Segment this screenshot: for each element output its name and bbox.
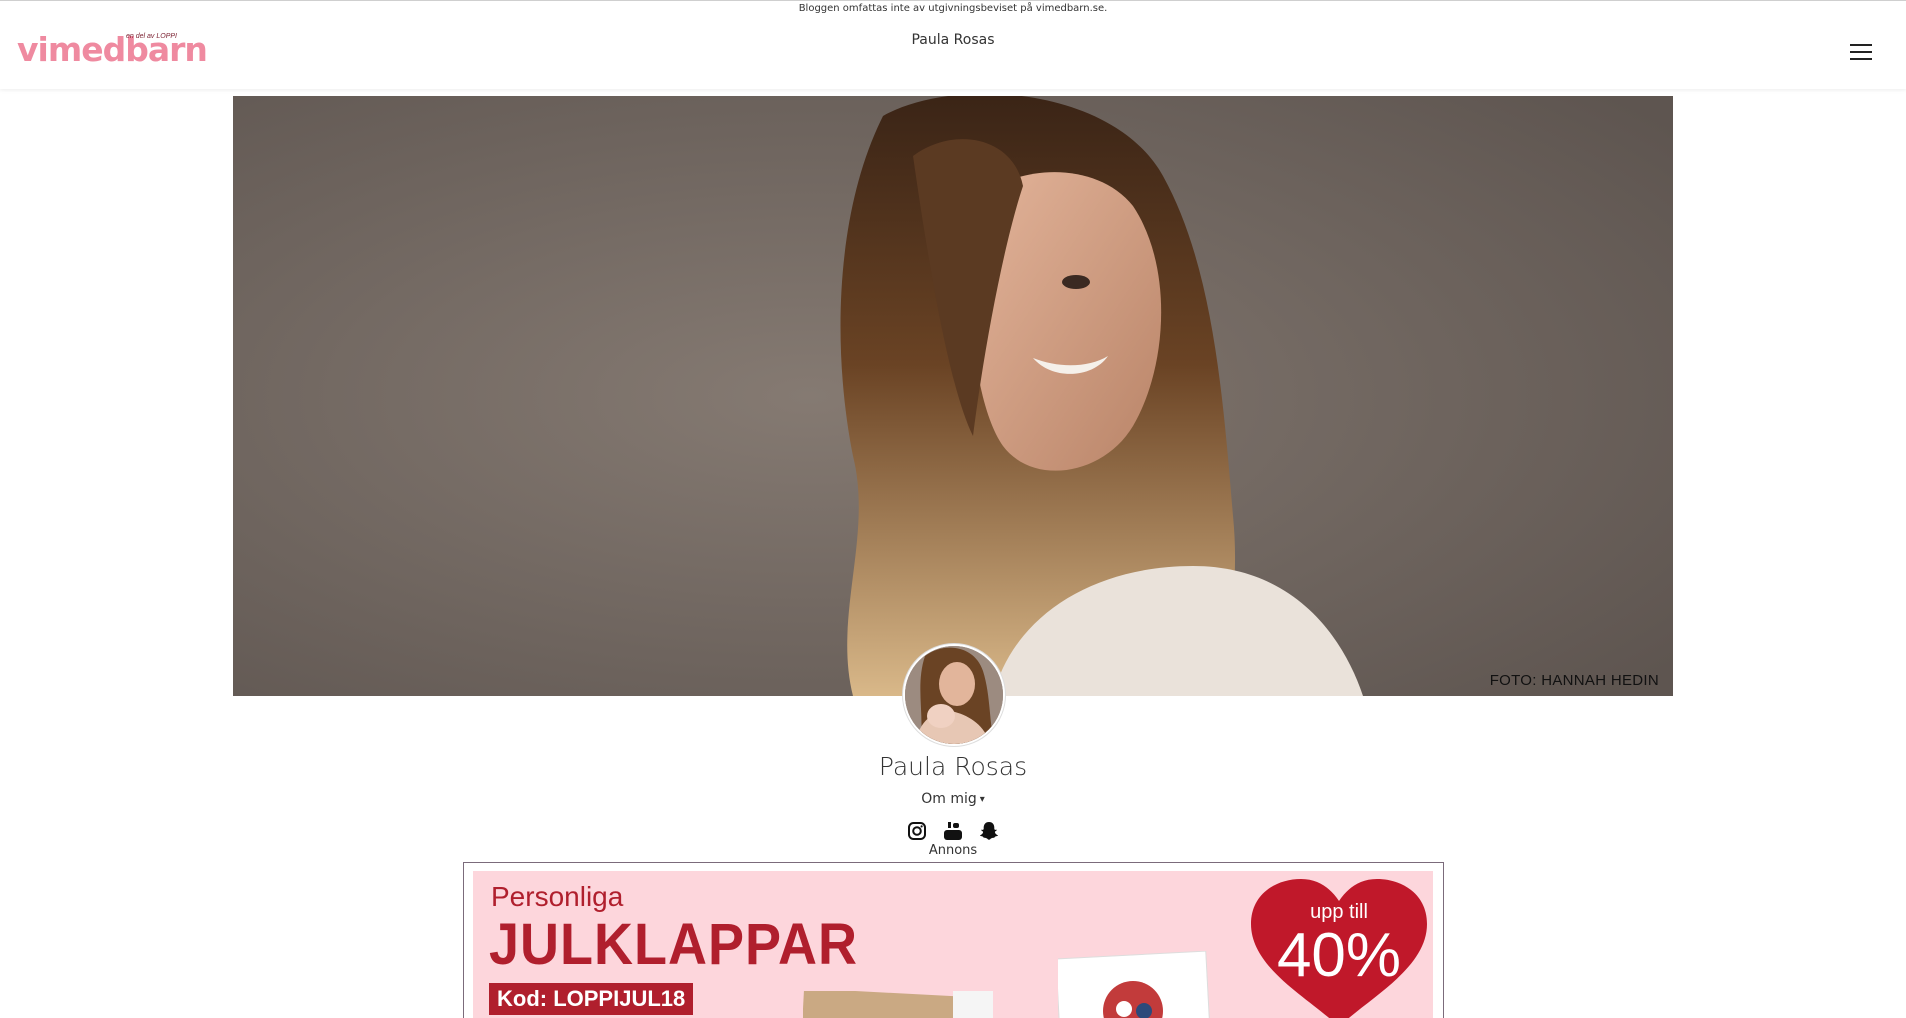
social-links (0, 820, 1906, 842)
ad-content: Personliga JULKLAPPAR Kod: LOPPIJUL18 up… (473, 871, 1433, 1018)
caret-down-icon: ▾ (979, 794, 985, 805)
snapchat-icon[interactable] (978, 820, 1000, 842)
ad-headline-small: Personliga (491, 881, 624, 912)
about-me-label: Om mig (921, 791, 977, 807)
ad-discount-code: Kod: LOPPIJUL18 (489, 983, 694, 1015)
hero-image: FOTO: HANNAH HEDIN (233, 96, 1673, 696)
youtube-icon[interactable] (942, 820, 964, 842)
hero-portrait-photo (233, 96, 1673, 696)
photo-credit: FOTO: HANNAH HEDIN (1489, 672, 1659, 689)
profile-avatar[interactable] (903, 644, 1005, 746)
ad-badge-percent: 40% (1276, 921, 1402, 990)
ad-product-card (803, 991, 993, 1018)
ad-label: Annons (928, 843, 978, 858)
profile-name: Paula Rosas (878, 752, 1028, 781)
ad-headline-big: JULKLAPPAR (489, 912, 859, 977)
instagram-icon[interactable] (906, 820, 928, 842)
blog-disclaimer: Bloggen omfattas inte av utgivningsbevis… (798, 3, 1108, 14)
top-navigation-bar: Bloggen omfattas inte av utgivningsbevis… (0, 0, 1906, 89)
blog-title[interactable]: Paula Rosas (0, 32, 1906, 48)
advertisement-banner[interactable]: Personliga JULKLAPPAR Kod: LOPPIJUL18 up… (463, 862, 1444, 1018)
hamburger-menu-icon[interactable] (1850, 44, 1874, 62)
ad-product-calendar (1058, 951, 1211, 1018)
avatar-image (905, 646, 1003, 744)
ad-discount-text: upp till 40% (1251, 901, 1427, 988)
about-me-dropdown[interactable]: Om mig ▾ (0, 791, 1906, 807)
